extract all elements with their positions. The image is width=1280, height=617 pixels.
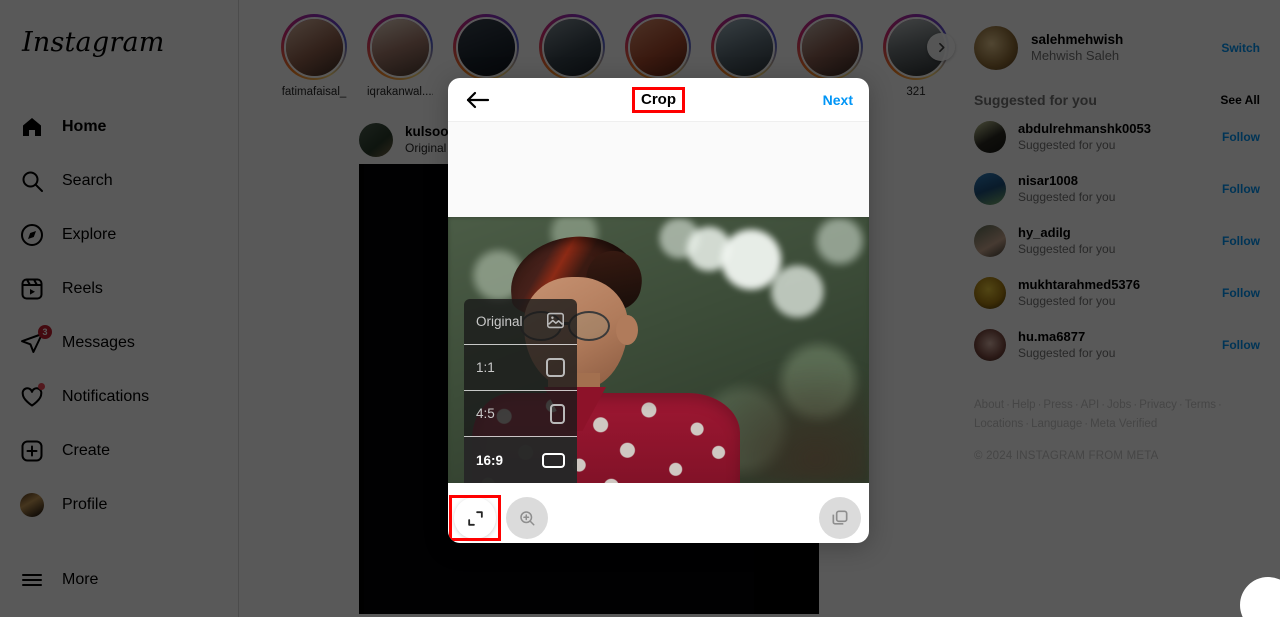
aspect-ratio-menu: Original 1:1 4:5 16:9 <box>464 299 577 483</box>
multi-photo-button[interactable] <box>819 497 861 539</box>
ratio-label: 1:1 <box>476 360 495 375</box>
square-icon <box>546 358 565 377</box>
ratio-label: 16:9 <box>476 452 504 468</box>
ratio-option-original[interactable]: Original <box>464 299 577 345</box>
crop-modal-header: Crop Next <box>448 78 869 122</box>
crop-modal: Crop Next Original 1:1 4:5 16:9 <box>448 78 869 543</box>
ratio-option-4-5[interactable]: 4:5 <box>464 391 577 437</box>
image-icon <box>546 312 565 332</box>
next-button[interactable]: Next <box>823 92 853 108</box>
crop-photo-preview[interactable]: Original 1:1 4:5 16:9 <box>448 217 869 483</box>
ratio-label: Original <box>476 314 523 329</box>
zoom-in-button[interactable] <box>506 497 548 539</box>
ratio-label: 4:5 <box>476 406 495 421</box>
crop-expand-button[interactable] <box>454 497 496 539</box>
crop-canvas-blank-area <box>448 122 869 217</box>
landscape-icon <box>542 452 565 468</box>
ratio-option-1-1[interactable]: 1:1 <box>464 345 577 391</box>
ratio-option-16-9[interactable]: 16:9 <box>464 437 577 483</box>
crop-modal-toolbar <box>448 483 869 543</box>
crop-title-text: Crop <box>632 86 685 113</box>
crop-modal-title: Crop <box>448 86 869 113</box>
back-arrow-icon[interactable] <box>464 89 490 111</box>
portrait-icon <box>550 403 565 424</box>
